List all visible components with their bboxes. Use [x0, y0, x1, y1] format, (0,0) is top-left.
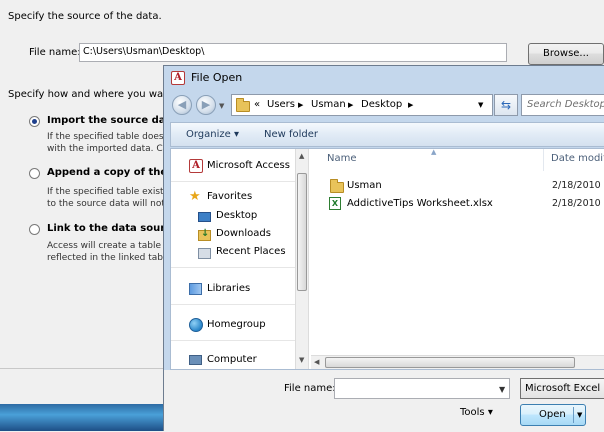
- downloads-icon: [198, 228, 211, 241]
- chevron-right-icon[interactable]: ▶: [348, 101, 353, 109]
- horizontal-scrollbar[interactable]: ◀: [311, 355, 604, 369]
- file-name-label: File name:: [29, 47, 81, 58]
- source-file-name-input[interactable]: C:\Users\Usman\Desktop\: [79, 43, 507, 62]
- link-option-desc: reflected in the linked table.: [47, 253, 174, 263]
- file-list: ▲ Name Date modif Usman 2/18/2010 1 X Ad…: [311, 149, 604, 369]
- address-segment-usman[interactable]: Usman: [311, 99, 346, 110]
- append-option-desc: to the source data will not b: [47, 199, 174, 209]
- navigation-pane: A Microsoft Access ★ Favorites Desktop D…: [171, 149, 295, 369]
- access-app-icon: A: [189, 159, 203, 173]
- address-segment-desktop[interactable]: Desktop: [361, 99, 402, 110]
- scroll-up-icon[interactable]: ▲: [299, 152, 304, 160]
- address-dropdown-icon[interactable]: ▼: [478, 101, 483, 109]
- navigation-scrollbar[interactable]: ▲ ▼: [295, 149, 309, 369]
- column-header-date-modified[interactable]: Date modif: [551, 153, 604, 164]
- file-name[interactable]: Usman: [347, 180, 382, 191]
- column-divider[interactable]: [543, 149, 544, 171]
- link-option-desc: Access will create a table th: [47, 241, 174, 251]
- dialog-toolbar: Organize ▾ New folder: [170, 122, 604, 147]
- nav-item-computer[interactable]: Computer: [207, 354, 257, 365]
- file-name[interactable]: AddictiveTips Worksheet.xlsx: [347, 198, 493, 209]
- file-date: 2/18/2010 1: [552, 198, 604, 209]
- nav-divider: [171, 340, 295, 341]
- nav-item-libraries[interactable]: Libraries: [207, 283, 250, 294]
- import-option-label[interactable]: Import the source data: [47, 115, 177, 126]
- nav-item-downloads[interactable]: Downloads: [216, 228, 271, 239]
- open-button[interactable]: Open ▼: [520, 404, 586, 426]
- recent-pages-dropdown-icon[interactable]: ▼: [219, 102, 224, 110]
- link-radio[interactable]: [29, 224, 40, 235]
- nav-item-homegroup[interactable]: Homegroup: [207, 319, 266, 330]
- access-app-icon: A: [171, 71, 185, 85]
- nav-divider: [171, 304, 295, 305]
- split-divider: [573, 407, 574, 423]
- import-radio[interactable]: [29, 116, 40, 127]
- folder-icon: [236, 98, 250, 112]
- browse-button[interactable]: Browse...: [528, 43, 604, 65]
- chevron-right-icon[interactable]: ▶: [408, 101, 413, 109]
- chevron-right-icon[interactable]: ▶: [298, 101, 303, 109]
- scrollbar-thumb[interactable]: [297, 173, 307, 291]
- dialog-title: File Open: [191, 71, 243, 84]
- star-icon: ★: [189, 189, 201, 204]
- file-open-dialog: A File Open ◀ ▶ ▼ « Users ▶ Usman ▶ Desk…: [163, 65, 604, 432]
- file-name-label: File name:: [284, 383, 336, 394]
- file-type-select[interactable]: Microsoft Excel (: [520, 378, 604, 399]
- append-option-desc: If the specified table exists,: [47, 187, 172, 197]
- nav-divider: [171, 267, 295, 268]
- nav-item-favorites[interactable]: Favorites: [207, 191, 252, 202]
- dialog-body: A Microsoft Access ★ Favorites Desktop D…: [170, 148, 604, 370]
- homegroup-icon: [189, 318, 203, 332]
- forward-button[interactable]: ▶: [196, 95, 216, 115]
- chevron-down-icon[interactable]: ▼: [577, 411, 582, 419]
- tools-button[interactable]: Tools ▾: [460, 407, 493, 418]
- scroll-left-icon[interactable]: ◀: [314, 358, 319, 366]
- import-option-desc: with the imported data. Cha: [47, 144, 174, 154]
- dialog-title-bar[interactable]: A File Open: [164, 66, 604, 90]
- address-overflow[interactable]: «: [254, 99, 260, 110]
- excel-file-icon: X: [329, 197, 341, 210]
- back-button[interactable]: ◀: [172, 95, 192, 115]
- scroll-down-icon[interactable]: ▼: [299, 356, 304, 364]
- chevron-down-icon[interactable]: ▼: [499, 385, 505, 394]
- column-header-name[interactable]: Name: [327, 153, 357, 164]
- nav-item-desktop[interactable]: Desktop: [216, 210, 257, 221]
- open-button-label: Open: [539, 409, 566, 420]
- libraries-icon: [189, 283, 202, 295]
- source-heading: Specify the source of the data.: [8, 11, 162, 22]
- scrollbar-thumb[interactable]: [325, 357, 575, 368]
- dialog-footer: File name: ▼ Microsoft Excel ( Tools ▾ O…: [164, 370, 604, 432]
- address-bar[interactable]: « Users ▶ Usman ▶ Desktop ▶ ▼: [231, 94, 493, 116]
- search-input[interactable]: Search Desktop: [521, 94, 604, 116]
- recent-places-icon: [198, 248, 211, 259]
- sort-indicator-icon: ▲: [431, 149, 437, 156]
- folder-icon: [330, 179, 344, 193]
- computer-icon: [189, 355, 202, 365]
- nav-divider: [171, 181, 295, 182]
- import-option-desc: If the specified table does n: [47, 132, 173, 142]
- new-folder-button[interactable]: New folder: [264, 129, 318, 140]
- refresh-button[interactable]: ⇆: [494, 94, 518, 116]
- address-segment-users[interactable]: Users: [267, 99, 295, 110]
- link-option-label[interactable]: Link to the data source: [47, 223, 178, 234]
- organize-button[interactable]: Organize ▾: [186, 129, 239, 140]
- append-radio[interactable]: [29, 168, 40, 179]
- nav-item-microsoft-access[interactable]: Microsoft Access: [207, 160, 290, 171]
- desktop-icon: [198, 212, 211, 222]
- file-name-input[interactable]: ▼: [334, 378, 510, 399]
- nav-item-recent-places[interactable]: Recent Places: [216, 246, 286, 257]
- file-date: 2/18/2010 1: [552, 180, 604, 191]
